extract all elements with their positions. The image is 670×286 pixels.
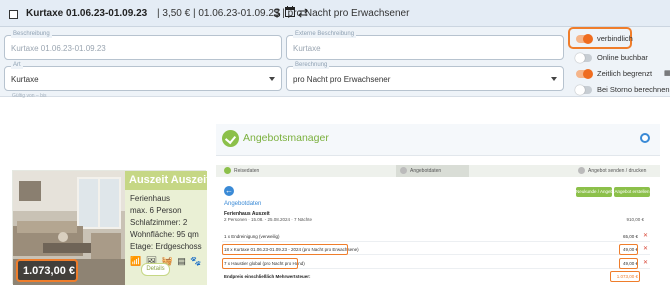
art-select[interactable]: Art Kurtaxe [4,61,282,91]
berechnung-select[interactable]: Berechnung pro Nacht pro Erwachsener [286,61,564,91]
step-reisedaten[interactable]: Reisedaten [224,167,259,174]
angebot-erstellen-button[interactable]: Angebot erstellen [614,187,650,197]
tax-header: Kurtaxe 01.06.23-01.09.23 | 3,50 € | 01.… [0,0,670,27]
row-price: 65,00 € [622,234,638,239]
card-info: Ferienhaus max. 6 Person Schlafzimmer: 2… [125,190,207,285]
art-label: Art [11,61,23,69]
calendar-icon[interactable]: ▦ [664,69,670,77]
calendar-icon[interactable] [284,6,296,20]
toggle-label: verbindlich [597,34,633,43]
toggle-switch[interactable] [576,69,593,79]
info-floor: Etage: Erdgeschoss [130,242,202,251]
step-angebotdaten[interactable]: Angebotdaten [400,167,441,174]
offer-row: 1 x Endreinigung (verweilig) 65,00 € ✕ [222,232,650,242]
info-area: Wohnfläche: 95 qm [130,230,199,239]
card-title: Auszeit Auszeit [129,174,210,186]
haustier-price-highlight [619,258,638,269]
angebotsmanager-header: Angebotsmanager [216,124,660,156]
berechnung-value: pro Nacht pro Erwachsener [293,75,391,84]
remove-icon[interactable]: ✕ [643,259,648,266]
step-label: Angebot senden / drucken [588,167,647,174]
info-capacity: max. 6 Person [130,206,182,215]
remove-icon[interactable]: ✕ [643,245,648,252]
chevron-down-icon [551,77,557,81]
back-arrow-icon[interactable]: ← [224,186,234,196]
tax-title: Kurtaxe 01.06.23-01.09.23 [26,8,148,19]
total-row: Endpreis einschließlich Mehrwertsteuer: … [222,272,650,282]
chevron-down-icon [269,77,275,81]
neukunde-button[interactable]: Neukunde / Angebot [576,187,617,197]
toggle-label: Bei Storno berechnen [597,85,670,94]
total-label: Endpreis einschließlich Mehrwertsteuer: [224,274,311,279]
ferienhaus-price: 910,00 € [626,217,644,222]
kurtaxe-row-highlight [222,244,348,255]
dollar-icon[interactable]: $ [271,6,283,20]
repeat-icon[interactable]: ⇄ [297,6,309,20]
art-value: Kurtaxe [11,75,39,84]
beschreibung-label: Beschreibung [11,30,52,38]
check-icon [224,167,231,174]
externe-beschreibung-placeholder: Kurtaxe [293,44,321,53]
toggle-label: Zeitlich begrenzt [597,69,653,78]
price-badge: 1.073,00 € [16,259,78,282]
haustier-row-highlight [222,258,298,269]
ferienhaus-desc: 2 Personen · 15.08. - 25.08.2024 · 7 Näc… [224,217,313,222]
berechnung-label: Berechnung [293,61,330,69]
total-price-highlight [610,271,640,282]
step-number-icon [578,167,585,174]
gueltig-label: Gültig von – bis [12,93,47,99]
remove-icon[interactable]: ✕ [643,232,648,239]
card-title-bar: Auszeit Auszeit [125,171,210,190]
logo-icon [222,130,239,147]
details-button[interactable]: Details [141,263,170,276]
price-value: 1.073,00 € [23,265,75,277]
beschreibung-value: Kurtaxe 01.06.23-01.09.23 [11,44,106,53]
toggle-switch[interactable] [576,34,593,44]
toggle-switch[interactable] [575,53,592,63]
info-type: Ferienhaus [130,194,171,203]
gear-icon[interactable] [640,133,650,143]
wizard-steps: Reisedaten Angebotdaten Angebot senden /… [216,165,660,177]
step-angebot-senden[interactable]: Angebot senden / drucken [578,167,646,174]
toggle-switch[interactable] [575,85,592,95]
toggle-label: Online buchbar [597,53,648,62]
property-photo: 1.073,00 € [13,171,125,285]
externe-beschreibung-label: Externe Beschreibung [293,30,357,38]
step-label: Reisedaten [234,167,260,174]
kurtaxe-price-highlight [619,244,638,255]
tax-editor-panel: Kurtaxe 01.06.23-01.09.23 | 3,50 € | 01.… [0,0,670,99]
step-number-icon [400,167,407,174]
row-label: 1 x Endreinigung (verweilig) [224,234,280,239]
property-card: 1.073,00 € Auszeit Auszeit Ferienhaus ma… [12,170,210,285]
angebotsmanager-panel: Angebotsmanager Reisedaten Angebotdaten … [216,124,660,286]
page-title: Angebotsmanager [243,132,329,144]
select-checkbox[interactable] [9,10,18,19]
section-title: Angebotdaten [224,201,262,207]
step-label: Angebotdaten [410,167,442,174]
info-bedrooms: Schlafzimmer: 2 [130,218,188,227]
beschreibung-field[interactable]: Beschreibung Kurtaxe 01.06.23-01.09.23 [4,30,282,60]
externe-beschreibung-field[interactable]: Externe Beschreibung Kurtaxe [286,30,564,60]
